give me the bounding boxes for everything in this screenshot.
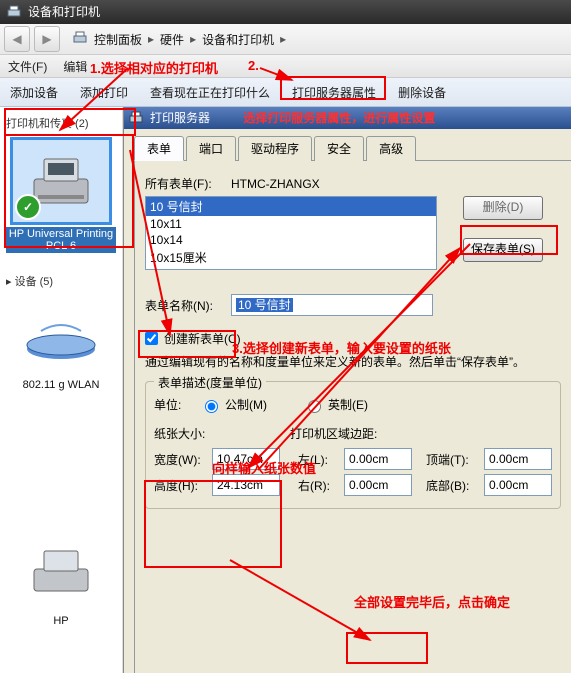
dialog-tabs: 表单 端口 驱动程序 安全 高级 bbox=[134, 135, 571, 161]
tab-ports[interactable]: 端口 bbox=[186, 136, 236, 161]
hint-text: 通过编辑现有的名称和度量单位来定义新的表单。然后单击“保存表单”。 bbox=[145, 353, 561, 371]
height-label: 高度(H): bbox=[154, 477, 206, 494]
devices-header[interactable]: ▸ 设备 (5) bbox=[6, 271, 116, 293]
annotation-title: 选择打印服务器属性，进行属性设置 bbox=[243, 111, 435, 125]
tab-security[interactable]: 安全 bbox=[314, 136, 364, 161]
delete-button[interactable]: 删除(D) bbox=[463, 196, 543, 220]
right-input[interactable]: 0.00cm bbox=[344, 474, 412, 496]
cmd-see-printing[interactable]: 查看现在正在打印什么 bbox=[150, 84, 270, 101]
device-wlan[interactable]: 802.11 g WLAN bbox=[6, 295, 116, 391]
wlan-thumb bbox=[13, 295, 109, 377]
cmd-add-printer[interactable]: 添加打印 bbox=[80, 84, 128, 101]
dialog-titlebar: 打印服务器 选择打印服务器属性，进行属性设置 bbox=[124, 107, 571, 129]
unit-label: 单位: bbox=[154, 396, 194, 413]
printer-icon bbox=[72, 30, 88, 49]
form-name-label: 表单名称(N): bbox=[145, 297, 225, 314]
window-titlebar: 设备和打印机 bbox=[0, 0, 571, 24]
cmd-server-props[interactable]: 打印服务器属性 bbox=[292, 84, 376, 101]
width-label: 宽度(W): bbox=[154, 451, 206, 468]
paper-size-label: 纸张大小: bbox=[154, 425, 284, 442]
cmd-add-device[interactable]: 添加设备 bbox=[10, 84, 58, 101]
tab-advanced[interactable]: 高级 bbox=[366, 136, 416, 161]
tab-forms[interactable]: 表单 bbox=[134, 136, 184, 161]
dialog-title: 打印服务器 bbox=[150, 111, 210, 125]
check-icon: ✓ bbox=[15, 194, 41, 220]
device-list: 打印机和传真 (2) ✓ HP Universal Printing PCL 6… bbox=[0, 107, 123, 673]
menubar: 文件(F) 编辑 bbox=[0, 55, 571, 78]
menu-edit[interactable]: 编辑 bbox=[63, 58, 87, 75]
breadcrumb[interactable]: 控制面板 ▸ 硬件 ▸ 设备和打印机 ▸ bbox=[72, 30, 286, 49]
radio-metric[interactable]: 公制(M) bbox=[200, 396, 267, 413]
top-label: 顶端(T): bbox=[426, 451, 478, 468]
left-label: 左(L): bbox=[298, 451, 338, 468]
back-button[interactable]: ◀ bbox=[4, 26, 30, 52]
device-hp[interactable]: HP bbox=[6, 531, 116, 627]
list-item[interactable]: 10 号信封 bbox=[146, 197, 436, 216]
bottom-input[interactable]: 0.00cm bbox=[484, 474, 552, 496]
device-label: 802.11 g WLAN bbox=[21, 379, 101, 391]
printer-thumb: ✓ bbox=[10, 137, 112, 225]
save-form-button[interactable]: 保存表单(S) bbox=[463, 238, 543, 262]
device-label: HP bbox=[21, 615, 101, 627]
server-name: HTMC-ZHANGX bbox=[231, 177, 320, 191]
width-input[interactable]: 10.47cm bbox=[212, 448, 280, 470]
forward-button[interactable]: ▶ bbox=[34, 26, 60, 52]
device-printer-selected[interactable]: ✓ HP Universal Printing PCL 6 bbox=[6, 137, 116, 253]
printers-header[interactable]: 打印机和传真 (2) bbox=[6, 113, 116, 135]
margins-label: 打印机区域边距: bbox=[290, 425, 377, 442]
print-server-dialog: 打印服务器 选择打印服务器属性，进行属性设置 表单 端口 驱动程序 安全 高级 … bbox=[123, 107, 571, 673]
height-input[interactable]: 24.13cm bbox=[212, 474, 280, 496]
device-label: HP Universal Printing PCL 6 bbox=[6, 227, 116, 253]
top-input[interactable]: 0.00cm bbox=[484, 448, 552, 470]
navbar: ◀ ▶ 控制面板 ▸ 硬件 ▸ 设备和打印机 ▸ bbox=[0, 24, 571, 55]
radio-english[interactable]: 英制(E) bbox=[303, 396, 368, 413]
group-title: 表单描述(度量单位) bbox=[154, 374, 266, 391]
bottom-label: 底部(B): bbox=[426, 477, 478, 494]
create-new-checkbox[interactable] bbox=[145, 332, 158, 345]
tab-panel-forms: 所有表单(F): HTMC-ZHANGX 10 号信封 10x11 10x14 … bbox=[134, 161, 571, 673]
right-label: 右(R): bbox=[298, 477, 338, 494]
window-title: 设备和打印机 bbox=[28, 5, 100, 19]
tab-drivers[interactable]: 驱动程序 bbox=[238, 136, 312, 161]
all-forms-label: 所有表单(F): bbox=[145, 175, 225, 192]
forms-listbox[interactable]: 10 号信封 10x11 10x14 10x15厘米 bbox=[145, 196, 437, 270]
command-bar: 添加设备 添加打印 查看现在正在打印什么 打印服务器属性 删除设备 bbox=[0, 78, 571, 107]
cmd-remove-device[interactable]: 删除设备 bbox=[398, 84, 446, 101]
menu-file[interactable]: 文件(F) bbox=[8, 58, 47, 75]
printer-icon bbox=[6, 4, 22, 20]
left-input[interactable]: 0.00cm bbox=[344, 448, 412, 470]
form-description-group: 表单描述(度量单位) 单位: 公制(M) 英制(E) 纸张大小: 打印机区域边距… bbox=[145, 381, 561, 509]
list-item[interactable]: 10x11 bbox=[146, 216, 436, 232]
form-name-input[interactable]: 10 号信封 bbox=[231, 294, 433, 316]
hp-thumb bbox=[13, 531, 109, 613]
create-new-label: 创建新表单(C) bbox=[164, 330, 241, 347]
list-item[interactable]: 10x14 bbox=[146, 232, 436, 248]
list-item[interactable]: 10x15厘米 bbox=[146, 248, 436, 267]
